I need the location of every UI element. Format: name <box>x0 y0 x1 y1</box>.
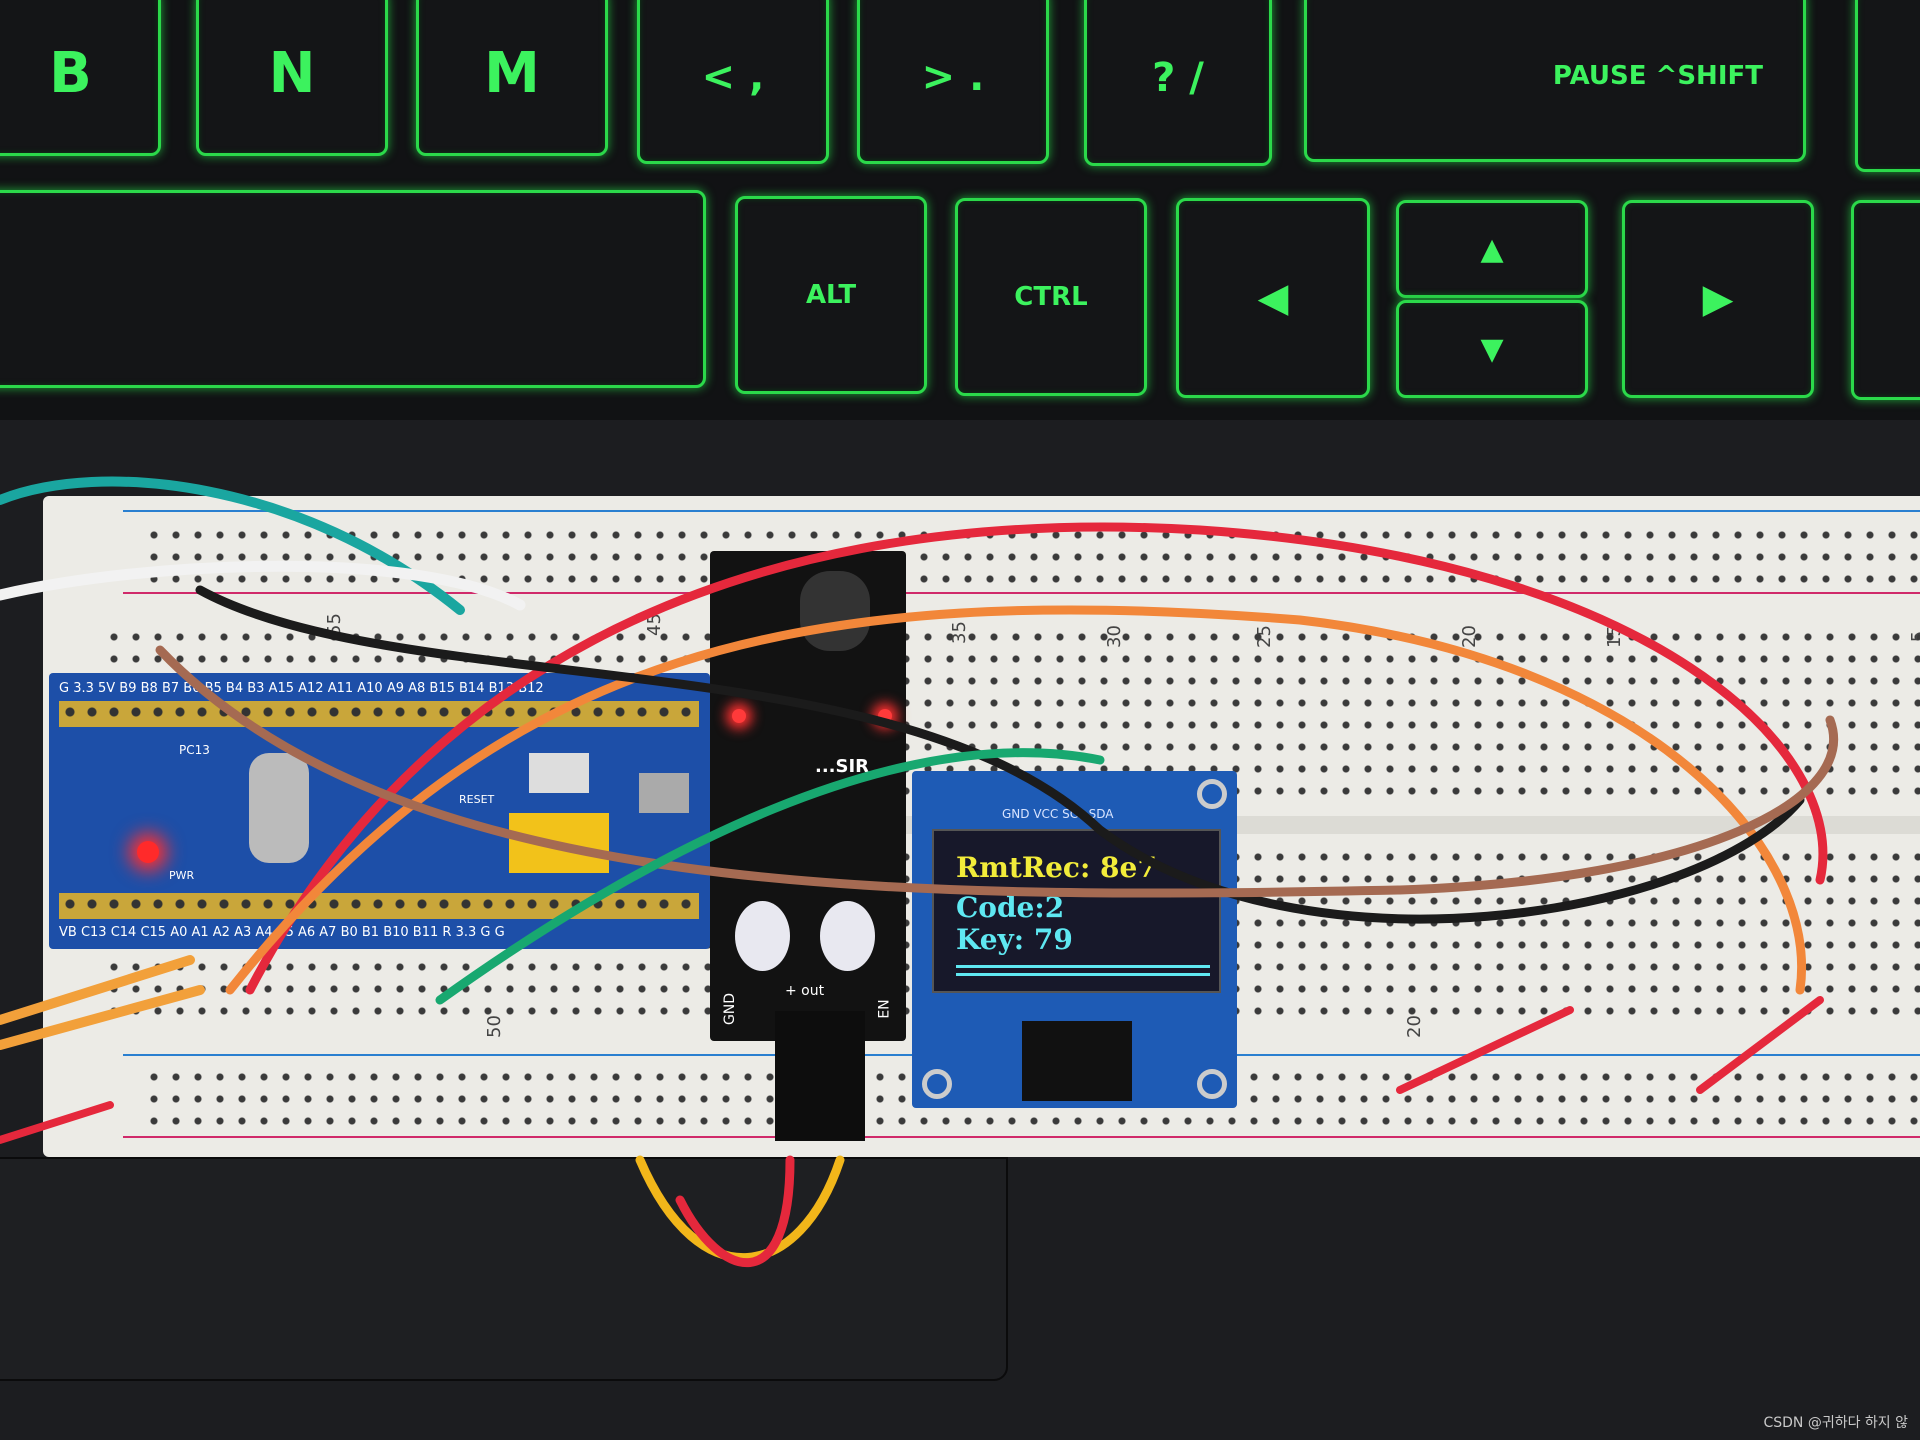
wire-red-bottom <box>0 996 1824 1144</box>
wire-teal <box>0 476 465 615</box>
wire-orange-long <box>225 605 1806 995</box>
jumper-wires <box>0 476 1839 1267</box>
wire-yellow-loop <box>635 1155 845 1262</box>
watermark: CSDN @귀하다 하지 않 <box>1763 1415 1908 1431</box>
wire-red-long <box>245 522 1828 995</box>
wire-orange-left <box>0 955 205 1050</box>
wire-red-loop <box>675 1155 795 1267</box>
